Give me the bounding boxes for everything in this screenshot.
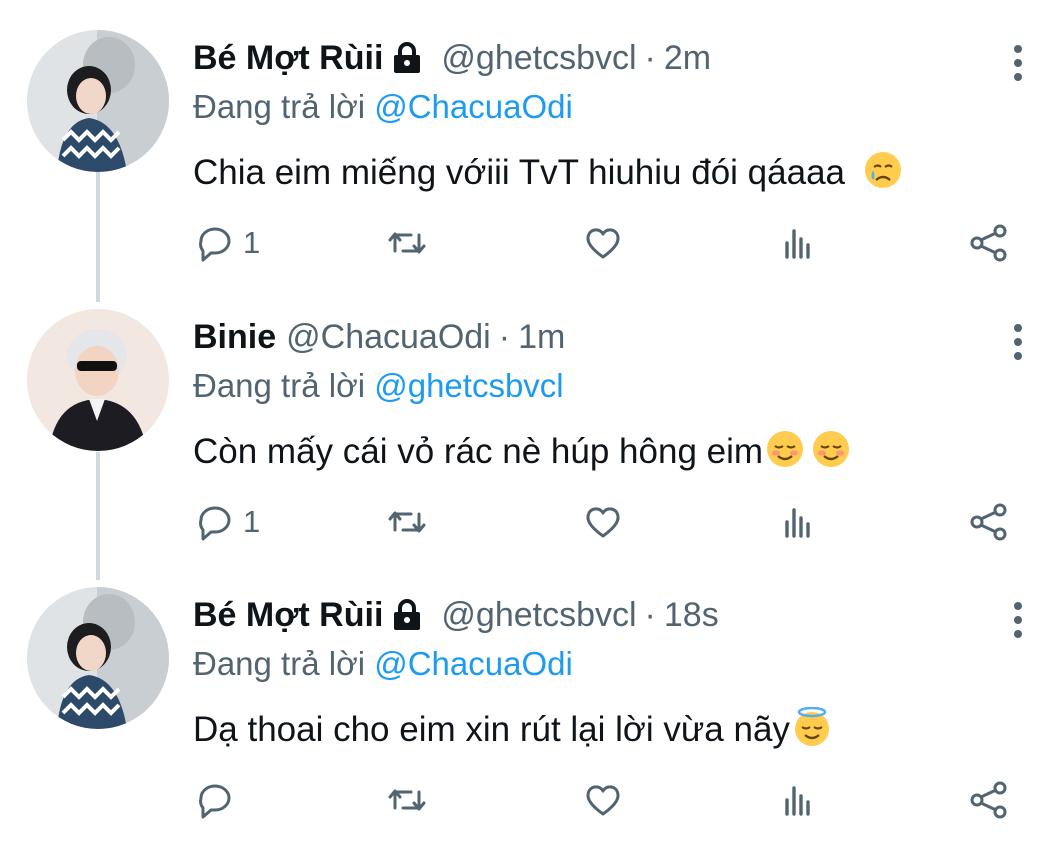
- replying-to: Đang trả lời @ghetcsbvcl: [193, 367, 564, 405]
- tweet-header: Bé Mợt Rùii @ghetcsbvcl · 18s: [193, 587, 719, 643]
- lock-icon: [394, 42, 421, 73]
- share-button[interactable]: [967, 497, 1011, 547]
- tweet[interactable]: Bé Mợt Rùii @ghetcsbvcl · 18s Đang trả l…: [0, 587, 1040, 867]
- mention-link[interactable]: @ghetcsbvcl: [374, 367, 563, 404]
- tweet-header: Binie @ChacuaOdi · 1m: [193, 309, 565, 365]
- display-name[interactable]: Bé Mợt Rùii: [193, 596, 383, 635]
- avatar[interactable]: [27, 30, 169, 172]
- mention-link[interactable]: @ChacuaOdi: [374, 88, 573, 125]
- reply-count: 1: [243, 504, 261, 539]
- like-button[interactable]: [581, 497, 625, 547]
- replying-to: Đang trả lời @ChacuaOdi: [193, 645, 573, 683]
- smiling-face-emoji: [813, 431, 850, 467]
- retweet-icon: [388, 789, 426, 811]
- timestamp[interactable]: 18s: [664, 596, 719, 635]
- reply-icon: [199, 227, 231, 262]
- like-icon: [586, 228, 620, 259]
- display-name[interactable]: Bé Mợt Rùii: [193, 39, 383, 78]
- mention-link[interactable]: @ChacuaOdi: [374, 645, 573, 682]
- tweet-content: Binie @ChacuaOdi · 1m Đang trả lời @ghet…: [193, 309, 1022, 489]
- reply-button[interactable]: 1: [193, 218, 260, 268]
- crying-face-emoji: [864, 152, 901, 188]
- avatar[interactable]: [27, 587, 169, 729]
- share-button[interactable]: [967, 775, 1011, 825]
- analytics-button[interactable]: [775, 775, 819, 825]
- retweet-icon: [388, 511, 426, 533]
- smiling-face-with-halo-emoji: [794, 707, 829, 746]
- separator-dot: ·: [644, 38, 656, 77]
- tweet[interactable]: Bé Mợt Rùii @ghetcsbvcl · 2m Đang trả lờ…: [0, 30, 1040, 310]
- retweet-button[interactable]: [385, 497, 429, 547]
- lock-icon: [394, 599, 421, 630]
- like-button[interactable]: [581, 218, 625, 268]
- replying-label: Đang trả lời: [193, 367, 366, 404]
- reply-count: 1: [243, 225, 261, 260]
- analytics-button[interactable]: [775, 497, 819, 547]
- share-icon: [970, 503, 1007, 541]
- display-name[interactable]: Binie: [193, 318, 276, 357]
- analytics-button[interactable]: [775, 218, 819, 268]
- tweet-content: Bé Mợt Rùii @ghetcsbvcl · 18s Đang trả l…: [193, 587, 1022, 767]
- tweet-actions: 1: [193, 218, 1023, 272]
- timestamp[interactable]: 1m: [518, 318, 565, 357]
- tweet-text-content: Còn mấy cái vỏ rác nè húp hông eim: [193, 432, 764, 471]
- reply-button[interactable]: [193, 775, 243, 825]
- retweet-button[interactable]: [385, 218, 429, 268]
- more-icon[interactable]: [1014, 45, 1022, 81]
- timestamp[interactable]: 2m: [664, 39, 711, 78]
- reply-icon: [199, 506, 231, 541]
- more-icon[interactable]: [1014, 324, 1022, 360]
- more-icon[interactable]: [1014, 602, 1022, 638]
- retweet-icon: [388, 232, 426, 254]
- share-button[interactable]: [967, 218, 1011, 268]
- user-handle[interactable]: @ghetcsbvcl: [441, 596, 636, 635]
- share-icon: [970, 224, 1007, 262]
- replying-label: Đang trả lời: [193, 645, 366, 682]
- reply-icon: [199, 784, 231, 819]
- like-icon: [586, 785, 620, 816]
- tweet-actions: [193, 775, 1023, 829]
- tweet-text-content: Chia eim miếng vớiii TvT hiuhiu đói qáaa…: [193, 153, 845, 192]
- user-handle[interactable]: @ChacuaOdi: [286, 318, 491, 357]
- tweet-text: Còn mấy cái vỏ rác nè húp hông eim: [193, 429, 851, 472]
- separator-dot: ·: [644, 595, 656, 634]
- tweet-content: Bé Mợt Rùii @ghetcsbvcl · 2m Đang trả lờ…: [193, 30, 1022, 210]
- analytics-icon: [785, 229, 810, 259]
- like-icon: [586, 507, 620, 538]
- replying-to: Đang trả lời @ChacuaOdi: [193, 88, 573, 126]
- share-icon: [970, 781, 1007, 819]
- separator-dot: ·: [498, 317, 511, 356]
- smiling-face-emoji: [767, 431, 804, 467]
- tweet-text-content: Dạ thoai cho eim xin rút lại lời vừa nãy: [193, 710, 790, 749]
- like-button[interactable]: [581, 775, 625, 825]
- tweet[interactable]: Binie @ChacuaOdi · 1m Đang trả lời @ghet…: [0, 309, 1040, 589]
- reply-button[interactable]: 1: [193, 497, 260, 547]
- tweet-thread: Bé Mợt Rùii @ghetcsbvcl · 2m Đang trả lờ…: [0, 0, 1040, 825]
- retweet-button[interactable]: [385, 775, 429, 825]
- analytics-icon: [785, 508, 810, 538]
- user-handle[interactable]: @ghetcsbvcl: [441, 39, 636, 78]
- tweet-header: Bé Mợt Rùii @ghetcsbvcl · 2m: [193, 30, 711, 86]
- tweet-actions: 1: [193, 497, 1023, 551]
- replying-label: Đang trả lời: [193, 88, 366, 125]
- analytics-icon: [785, 786, 810, 816]
- tweet-text: Chia eim miếng vớiii TvT hiuhiu đói qáaa…: [193, 150, 903, 193]
- tweet-text: Dạ thoai cho eim xin rút lại lời vừa nãy: [193, 707, 832, 750]
- avatar[interactable]: [27, 309, 169, 451]
